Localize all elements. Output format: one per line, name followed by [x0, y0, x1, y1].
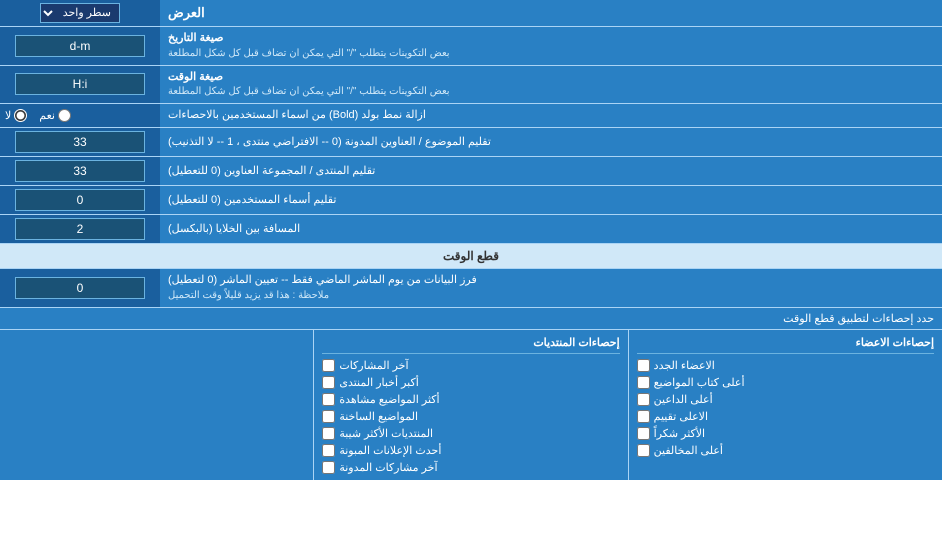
bold-no-radio[interactable]	[14, 109, 27, 122]
list-item: أكثر المواضيع مشاهدة	[322, 391, 619, 408]
checkbox-hot-topics[interactable]	[322, 410, 335, 423]
forum-group-input[interactable]	[15, 160, 145, 182]
list-item: أحدث الإعلانات المبونة	[322, 442, 619, 459]
checkbox-top-inviters[interactable]	[637, 393, 650, 406]
checkbox-most-thanked[interactable]	[637, 427, 650, 440]
list-item: آخر مشاركات المدونة	[322, 459, 619, 476]
time-format-input[interactable]	[15, 73, 145, 95]
list-item: أعلى كتاب المواضيع	[637, 374, 934, 391]
list-item: آخر المشاركات	[322, 357, 619, 374]
list-item: المنتديات الأكثر شيبة	[322, 425, 619, 442]
users-input[interactable]	[15, 189, 145, 211]
list-item: الأكثر شكراً	[637, 425, 934, 442]
list-item: الاعضاء الجدد	[637, 357, 934, 374]
cutoff-section-title: قطع الوقت	[0, 244, 942, 269]
forum-topics-label: تقليم الموضوع / العناوين المدونة (0 -- ا…	[168, 135, 491, 150]
checkbox-top-violators[interactable]	[637, 444, 650, 457]
list-item: أعلى الداعين	[637, 391, 934, 408]
col1-header: إحصاءات الاعضاء	[637, 334, 934, 354]
list-item: أكبر أخبار المنتدى	[322, 374, 619, 391]
time-format-label: صيغة الوقت	[168, 70, 223, 85]
checkbox-top-writers[interactable]	[637, 376, 650, 389]
forum-group-label: تقليم المنتدى / المجموعة العناوين (0 للت…	[168, 164, 375, 179]
list-item: الاعلى تقييم	[637, 408, 934, 425]
bold-no-label: لا	[5, 109, 27, 122]
checkbox-most-popular-forums[interactable]	[322, 427, 335, 440]
date-format-hint: بعض التكوينات يتطلب "/" التي يمكن ان تضا…	[168, 47, 450, 61]
date-format-input[interactable]	[15, 35, 145, 57]
time-format-hint: بعض التكوينات يتطلب "/" التي يمكن ان تضا…	[168, 85, 450, 99]
col3-empty	[0, 330, 313, 480]
bold-label: ازالة نمط بولد (Bold) من اسماء المستخدمي…	[168, 108, 426, 123]
page-title: العرض	[168, 4, 205, 22]
checkbox-last-posts[interactable]	[322, 359, 335, 372]
space-input[interactable]	[15, 218, 145, 240]
checkbox-blog-posts[interactable]	[322, 461, 335, 474]
checkbox-forum-news[interactable]	[322, 376, 335, 389]
stats-header: حدد إحصاءات لتطبيق قطع الوقت	[0, 308, 942, 330]
users-label: تقليم أسماء المستخدمين (0 للتعطيل)	[168, 193, 336, 208]
checkbox-latest-ads[interactable]	[322, 444, 335, 457]
forum-topics-input[interactable]	[15, 131, 145, 153]
bold-yes-label: نعم	[39, 109, 71, 122]
checkbox-new-members[interactable]	[637, 359, 650, 372]
cutoff-hint: ملاحظة : هذا قد يزيد قليلاً وقت التحميل	[168, 289, 329, 303]
list-item: أعلى المخالفين	[637, 442, 934, 459]
checkbox-top-rated[interactable]	[637, 410, 650, 423]
col2-header: إحصاءات المنتديات	[322, 334, 619, 354]
checkbox-most-viewed[interactable]	[322, 393, 335, 406]
date-format-label: صيغة التاريخ	[168, 31, 223, 46]
list-item: المواضيع الساخنة	[322, 408, 619, 425]
cutoff-label: فرز البيانات من يوم الماشر الماضي فقط --…	[168, 273, 477, 288]
cutoff-input[interactable]	[15, 277, 145, 299]
space-label: المسافة بين الخلايا (بالبكسل)	[168, 222, 300, 237]
bold-yes-radio[interactable]	[58, 109, 71, 122]
line-select[interactable]: سطر واحد سطران ثلاثة أسطر	[40, 3, 120, 23]
